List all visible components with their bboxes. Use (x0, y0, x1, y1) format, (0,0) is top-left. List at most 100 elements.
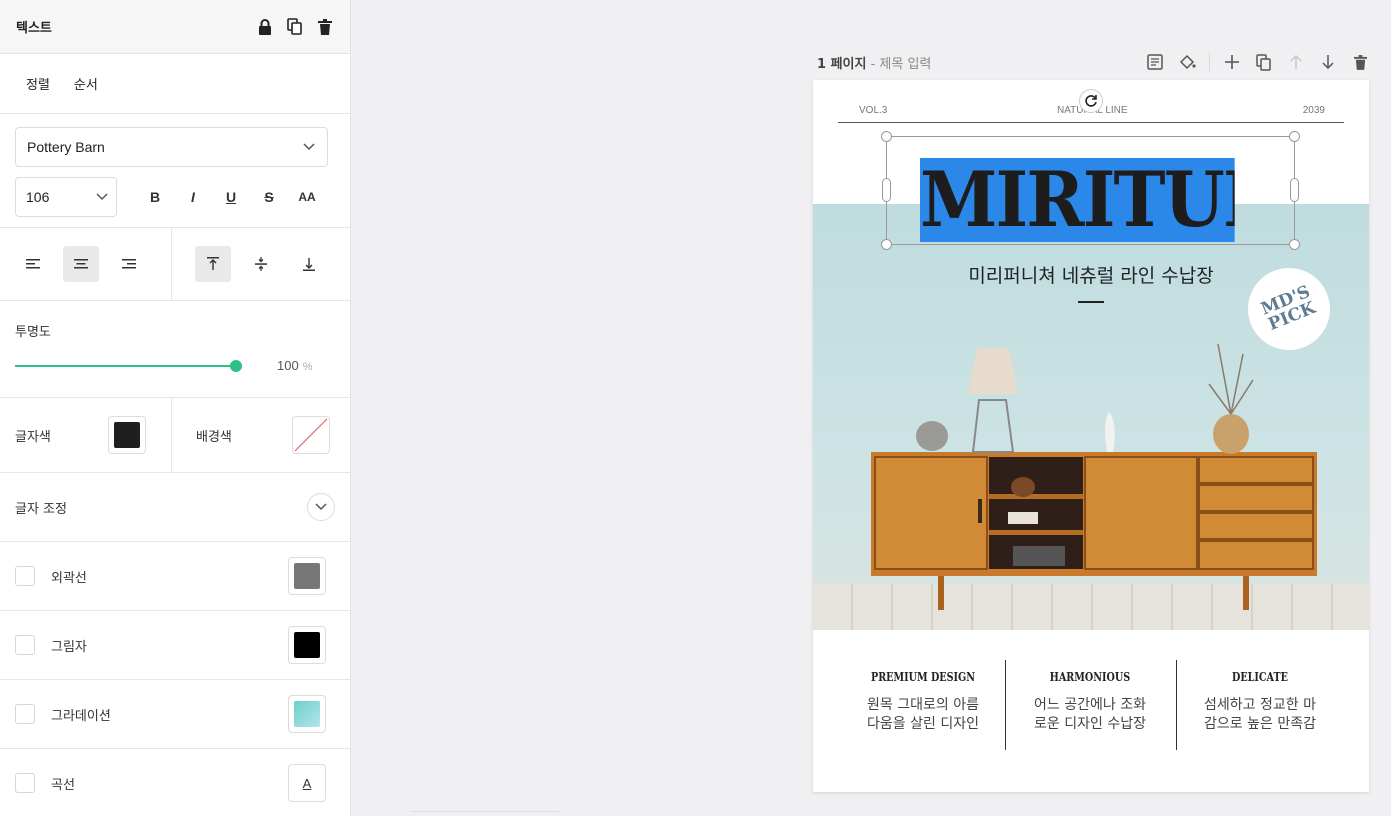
text-color-picker[interactable] (108, 416, 146, 454)
text-color-group: 글자색 (0, 398, 172, 472)
duplicate-page-icon[interactable] (1254, 52, 1274, 72)
text-style-buttons: B I U S AA (139, 181, 323, 213)
paint-bucket-icon[interactable] (1177, 52, 1197, 72)
font-size-value: 106 (26, 189, 50, 205)
font-family-select[interactable]: Pottery Barn (15, 127, 328, 167)
curve-checkbox[interactable] (15, 773, 35, 793)
add-page-icon[interactable] (1222, 52, 1242, 72)
opacity-slider-track[interactable] (15, 365, 236, 367)
font-size-select[interactable]: 106 (15, 177, 117, 217)
chevron-down-icon (315, 503, 327, 511)
gradient-label: 그라데이션 (51, 708, 111, 724)
align-center-icon (74, 259, 88, 269)
opacity-value: 100 (277, 358, 299, 373)
resize-handle-left[interactable] (882, 178, 891, 202)
tab-align[interactable]: 정렬 (26, 74, 50, 93)
resize-handle-bottom-left[interactable] (881, 239, 892, 250)
uppercase-button[interactable]: AA (291, 181, 323, 213)
align-bottom-button[interactable] (291, 246, 327, 282)
move-up-icon[interactable] (1286, 52, 1306, 72)
align-right-button[interactable] (111, 246, 147, 282)
italic-button[interactable]: I (177, 181, 209, 213)
text-adjust-section[interactable]: 글자 조정 (0, 473, 350, 542)
page-number: 1 페이지 (817, 56, 867, 72)
subtitle-dash (1078, 301, 1104, 303)
align-middle-button[interactable] (243, 246, 279, 282)
horizontal-scrollbar[interactable] (410, 811, 560, 816)
curve-option: 곡선 A (0, 749, 350, 816)
align-top-icon (207, 257, 219, 270)
feature-column[interactable]: HARMONIOUS 어느 공간에나 조화 로운 디자인 수납장 (1005, 670, 1175, 734)
header-rule (838, 122, 1344, 123)
curve-label: 곡선 (51, 777, 75, 793)
curve-settings-button[interactable]: A (288, 764, 326, 802)
rotate-handle[interactable] (1079, 89, 1103, 113)
resize-handle-bottom-right[interactable] (1289, 239, 1300, 250)
shadow-checkbox[interactable] (15, 635, 35, 655)
feature-title: DELICATE (1232, 670, 1288, 684)
page-title-input[interactable]: - 제목 입력 (866, 57, 932, 72)
resize-handle-top-left[interactable] (881, 131, 892, 142)
strikethrough-button[interactable]: S (253, 181, 285, 213)
no-color-icon (294, 418, 328, 452)
shadow-option: 그림자 (0, 611, 350, 680)
panel-header: 텍스트 (0, 0, 350, 54)
feature-desc-line: 원목 그대로의 아름 (867, 697, 979, 713)
vertical-align-group (172, 228, 344, 300)
horizontal-align-group (0, 228, 172, 300)
chevron-down-icon (303, 143, 315, 151)
feature-desc: 원목 그대로의 아름 다움을 살린 디자인 (838, 696, 1008, 734)
trash-icon[interactable] (316, 18, 334, 36)
shadow-color-picker[interactable] (288, 626, 326, 664)
mds-pick-badge[interactable]: MD'S PICK (1248, 268, 1330, 350)
gradient-checkbox[interactable] (15, 704, 35, 724)
gradient-option: 그라데이션 (0, 680, 350, 749)
page-toolbar: 1 페이지 - 제목 입력 (817, 50, 1370, 74)
feature-desc-line: 감으로 높은 만족감 (1204, 716, 1316, 732)
panel-header-icons (256, 18, 334, 36)
align-top-button[interactable] (195, 246, 231, 282)
feature-column[interactable]: DELICATE 섬세하고 정교한 마 감으로 높은 만족감 (1175, 670, 1345, 734)
color-section: 글자색 배경색 (0, 398, 350, 473)
year-text[interactable]: 2039 (1303, 105, 1325, 116)
tab-order[interactable]: 순서 (74, 74, 98, 93)
copy-icon[interactable] (286, 18, 304, 36)
underline-button[interactable]: U (215, 181, 247, 213)
text-adjust-label: 글자 조정 (15, 501, 67, 517)
align-center-button[interactable] (63, 246, 99, 282)
page-label[interactable]: 1 페이지 - 제목 입력 (817, 53, 931, 72)
feature-desc-line: 다움을 살린 디자인 (867, 716, 979, 732)
bg-color-picker[interactable] (292, 416, 330, 454)
alignment-section (0, 228, 350, 301)
font-size-row: 106 B I U S AA (15, 177, 335, 217)
bold-button[interactable]: B (139, 181, 171, 213)
shadow-option-left: 그림자 (15, 635, 87, 655)
feature-column[interactable]: PREMIUM DESIGN 원목 그대로의 아름 다움을 살린 디자인 (838, 670, 1008, 734)
outline-color-swatch (294, 563, 320, 589)
feature-desc-line: 어느 공간에나 조화 (1034, 697, 1146, 713)
shadow-color-swatch (294, 632, 320, 658)
resize-handle-right[interactable] (1290, 178, 1299, 202)
volume-text[interactable]: VOL.3 (859, 105, 887, 116)
expand-button[interactable] (307, 493, 335, 521)
resize-handle-top-right[interactable] (1289, 131, 1300, 142)
memo-icon[interactable] (1145, 52, 1165, 72)
move-down-icon[interactable] (1318, 52, 1338, 72)
shadow-label: 그림자 (51, 639, 87, 655)
title-text[interactable]: MIRITURE (920, 158, 1235, 242)
feature-title: HARMONIOUS (1049, 670, 1131, 684)
outline-color-picker[interactable] (288, 557, 326, 595)
gradient-color-picker[interactable] (288, 695, 326, 733)
align-left-button[interactable] (15, 246, 51, 282)
design-page[interactable]: VOL.3 NATURAL LINE 2039 MIRITU 미리퍼니쳐 네츄럴… (813, 80, 1369, 792)
delete-page-icon[interactable] (1350, 52, 1370, 72)
curve-option-left: 곡선 (15, 773, 75, 793)
lock-icon[interactable] (256, 18, 274, 36)
feature-desc: 어느 공간에나 조화 로운 디자인 수납장 (1005, 696, 1175, 734)
bg-color-group: 배경색 (172, 398, 350, 472)
features-section: PREMIUM DESIGN 원목 그대로의 아름 다움을 살린 디자인 HAR… (813, 630, 1369, 792)
outline-checkbox[interactable] (15, 566, 35, 586)
chevron-down-icon (96, 193, 108, 201)
opacity-slider-handle[interactable] (230, 360, 242, 372)
opacity-label: 투명도 (15, 325, 51, 340)
